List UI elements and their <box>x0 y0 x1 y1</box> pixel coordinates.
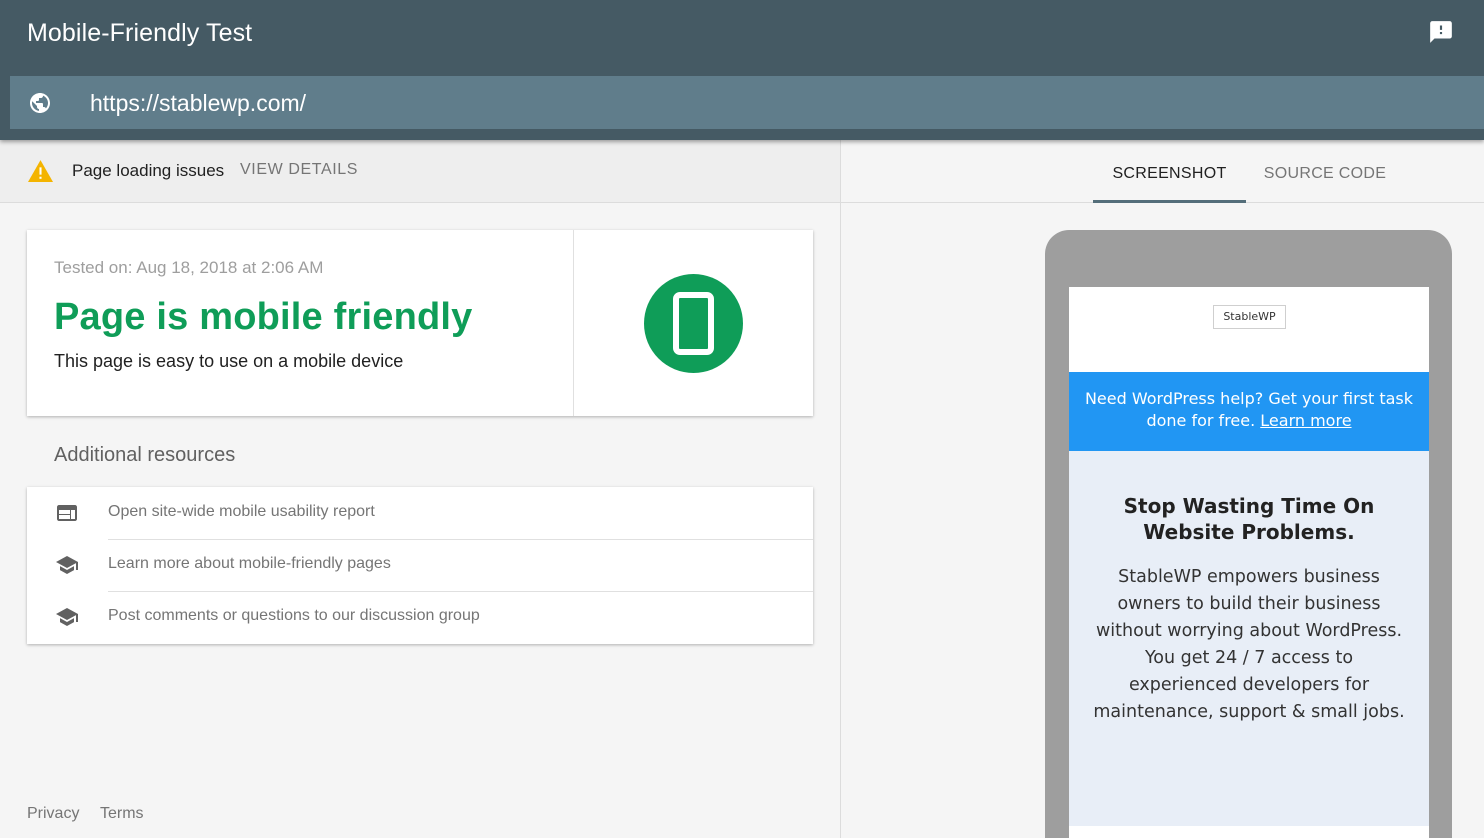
hero-body-paragraph: You get 24 / 7 access to experienced dev… <box>1093 648 1405 722</box>
school-icon <box>55 553 79 577</box>
url-bar <box>10 76 1484 129</box>
resource-learn-more-link[interactable]: Learn more about mobile-friendly pages <box>27 539 813 591</box>
url-input[interactable] <box>90 84 1390 122</box>
promo-text: Need WordPress help? Get your first task… <box>1084 389 1414 430</box>
hero-body-paragraph: StableWP empowers business owners to bui… <box>1095 567 1403 641</box>
warning-icon <box>28 160 53 182</box>
hero-body: StableWP empowers business owners to bui… <box>1093 564 1405 726</box>
hero-section: Stop Wasting Time On Website Problems. S… <box>1069 451 1429 826</box>
additional-resources-heading: Additional resources <box>54 444 236 466</box>
web-report-icon <box>55 501 79 525</box>
resource-label: Learn more about mobile-friendly pages <box>108 555 391 572</box>
resources-list: Open site-wide mobile usability report L… <box>27 487 813 644</box>
resource-usability-report-link[interactable]: Open site-wide mobile usability report <box>27 487 813 539</box>
school-icon <box>55 605 79 629</box>
verdict-description: This page is easy to use on a mobile dev… <box>54 351 404 371</box>
tab-screenshot[interactable]: SCREENSHOT <box>1093 140 1246 203</box>
card-divider <box>573 230 574 416</box>
hero-title: Stop Wasting Time On Website Problems. <box>1123 494 1375 544</box>
site-logo: StableWP <box>1213 305 1286 329</box>
promo-banner: Need WordPress help? Get your first task… <box>1069 372 1429 451</box>
page-loading-issues-bar: Page loading issues VIEW DETAILS <box>0 140 840 203</box>
feedback-icon[interactable] <box>1428 19 1454 45</box>
issues-label: Page loading issues <box>72 161 225 180</box>
preview-panel: SCREENSHOT SOURCE CODE StableWP Need Wor… <box>840 140 1484 838</box>
rendered-page-screenshot: StableWP Need WordPress help? Get your f… <box>1069 287 1429 838</box>
mobile-friendly-phone-icon <box>644 274 743 373</box>
app-title: Mobile-Friendly Test <box>27 19 253 47</box>
globe-icon <box>28 91 52 115</box>
view-details-button[interactable]: VIEW DETAILS <box>240 161 358 179</box>
resource-label: Open site-wide mobile usability report <box>108 503 375 520</box>
phone-frame: StableWP Need WordPress help? Get your f… <box>1045 230 1452 838</box>
privacy-link[interactable]: Privacy <box>27 805 79 823</box>
preview-tabs: SCREENSHOT SOURCE CODE <box>841 140 1484 203</box>
app-header: Mobile-Friendly Test <box>0 0 1484 140</box>
tested-on-timestamp: Tested on: Aug 18, 2018 at 2:06 AM <box>54 258 324 277</box>
terms-link[interactable]: Terms <box>100 805 144 823</box>
results-panel: Page loading issues VIEW DETAILS Tested … <box>0 140 840 838</box>
verdict-heading: Page is mobile friendly <box>54 296 473 338</box>
promo-learn-more-link: Learn more <box>1260 411 1352 430</box>
resource-discussion-group-link[interactable]: Post comments or questions to our discus… <box>27 591 813 643</box>
tab-source-code[interactable]: SOURCE CODE <box>1246 140 1404 203</box>
resource-label: Post comments or questions to our discus… <box>108 607 480 624</box>
result-card: Tested on: Aug 18, 2018 at 2:06 AM Page … <box>27 230 813 416</box>
